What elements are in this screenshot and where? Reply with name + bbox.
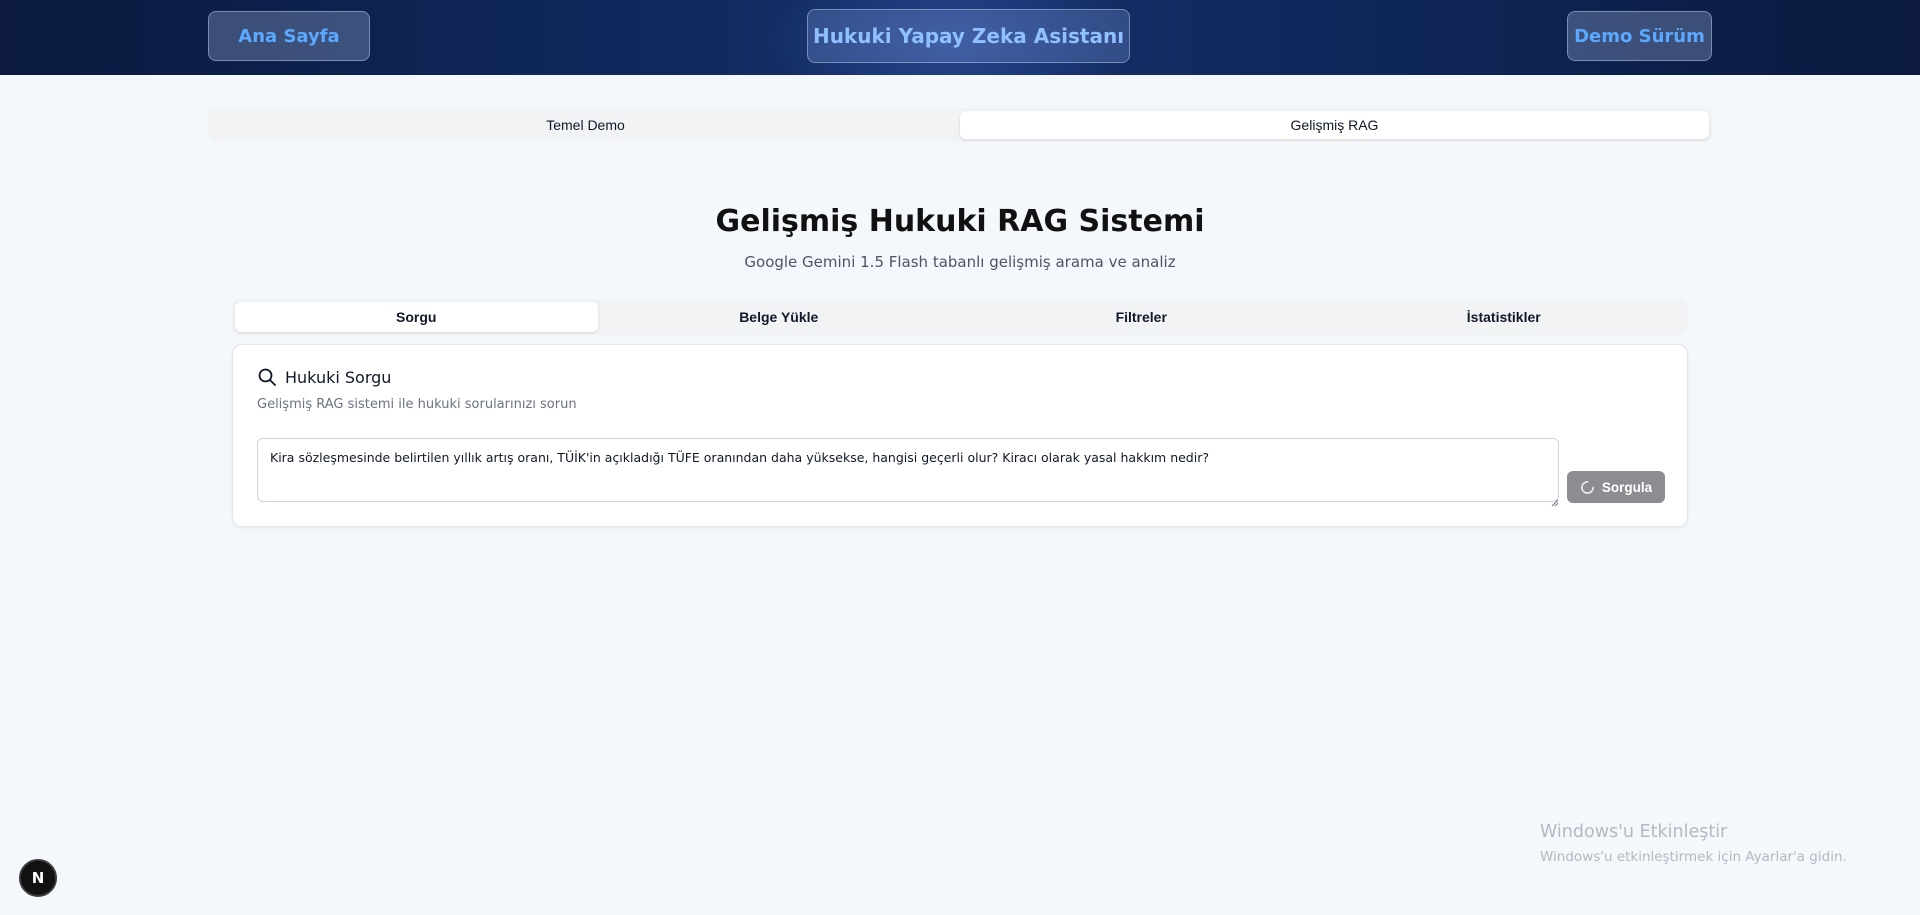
section-tabs: Sorgu Belge Yükle Filtreler İstatistikle… — [232, 299, 1688, 335]
home-button[interactable]: Ana Sayfa — [208, 11, 370, 61]
tab-filters[interactable]: Filtreler — [960, 302, 1323, 332]
demo-version-button[interactable]: Demo Sürüm — [1567, 11, 1712, 61]
tab-advanced-rag[interactable]: Gelişmiş RAG — [960, 111, 1709, 139]
query-submit-button[interactable]: Sorgula — [1567, 471, 1665, 503]
card-header: Hukuki Sorgu — [257, 367, 391, 387]
spinner-icon — [1580, 480, 1595, 495]
tab-query[interactable]: Sorgu — [235, 302, 598, 332]
resize-handle-icon[interactable] — [1551, 494, 1559, 507]
query-card: Hukuki Sorgu Gelişmiş RAG sistemi ile hu… — [232, 344, 1688, 527]
mode-tabs: Temel Demo Gelişmiş RAG — [208, 108, 1712, 142]
search-icon — [257, 367, 277, 387]
app-header: Ana Sayfa Hukuki Yapay Zeka Asistanı Dem… — [0, 0, 1920, 75]
tab-basic-demo[interactable]: Temel Demo — [211, 111, 960, 139]
query-textarea[interactable]: Kira sözleşmesinde belirtilen yıllık art… — [257, 438, 1559, 502]
page-subtitle: Google Gemini 1.5 Flash tabanlı gelişmiş… — [744, 253, 1176, 271]
card-title: Hukuki Sorgu — [285, 367, 392, 387]
page-title: Gelişmiş Hukuki RAG Sistemi — [715, 204, 1205, 239]
app-title-button[interactable]: Hukuki Yapay Zeka Asistanı — [807, 9, 1130, 63]
tab-statistics[interactable]: İstatistikler — [1323, 302, 1686, 332]
submit-label: Sorgula — [1601, 479, 1653, 495]
tab-upload-document[interactable]: Belge Yükle — [598, 302, 961, 332]
windows-activation-subtitle: Windows'u etkinleştirmek için Ayarlar'a … — [1540, 849, 1847, 865]
card-description: Gelişmiş RAG sistemi ile hukuki soruları… — [257, 397, 577, 412]
nextjs-logo-icon[interactable]: N — [19, 859, 57, 897]
windows-activation-title: Windows'u Etkinleştir — [1540, 822, 1728, 842]
